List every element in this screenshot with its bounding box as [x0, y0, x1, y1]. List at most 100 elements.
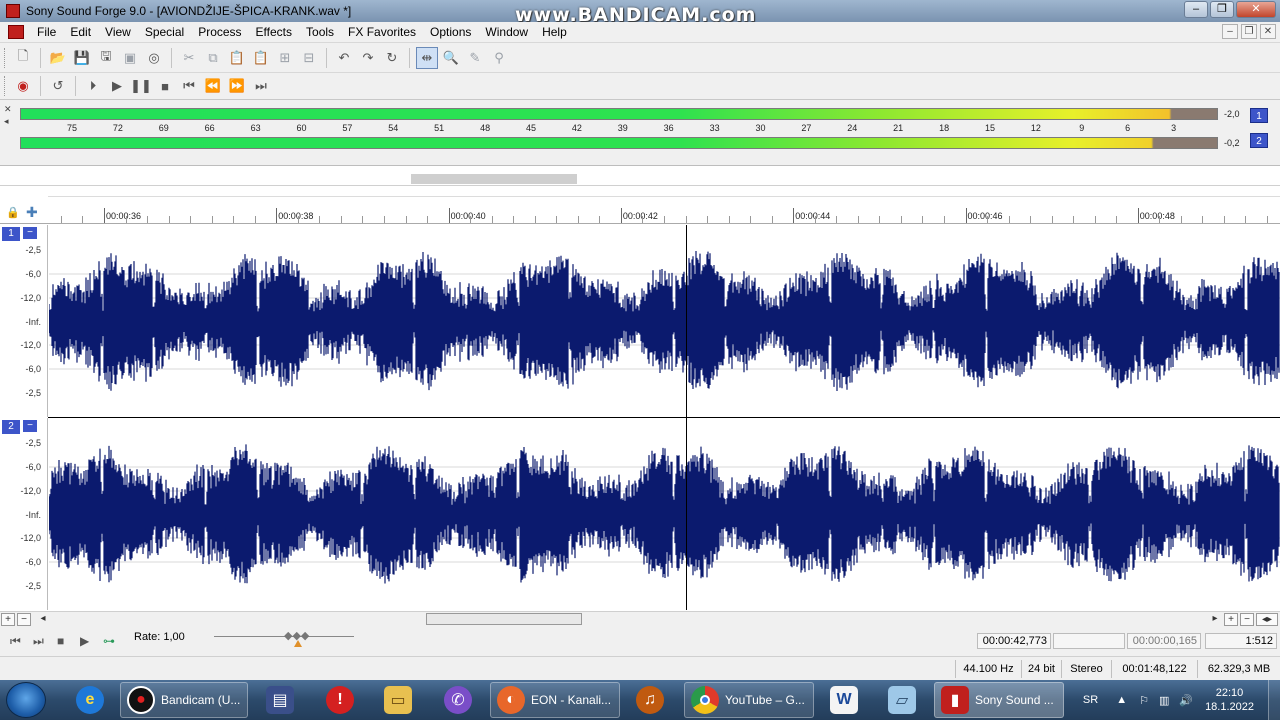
play-all-button[interactable]: ⏵	[82, 75, 104, 97]
doc-close-button[interactable]: ✕	[1260, 24, 1276, 39]
taskbar-ie[interactable]: e	[66, 682, 114, 718]
meter-channel-1-badge[interactable]: 1	[1250, 108, 1268, 123]
lock-icon[interactable]: 🔒	[6, 206, 20, 219]
doc-restore-button[interactable]: ❐	[1241, 24, 1257, 39]
horizontal-scrollbar[interactable]: + − ◂ ▸ + − ◂▸	[0, 611, 1280, 626]
minimize-button[interactable]: –	[1184, 1, 1208, 18]
selection-start-field[interactable]	[1053, 633, 1125, 649]
doc-minimize-button[interactable]: –	[1222, 24, 1238, 39]
waveform-channel-1[interactable]: 1 − -2,5 -6,0 -12,0 -Inf. -12,0 -6,0 -2,5	[0, 225, 1280, 417]
waveform-1[interactable]	[49, 225, 1280, 417]
waveform-channel-2[interactable]: 2 − -2,5 -6,0 -12,0 -Inf. -12,0 -6,0 -2,5	[0, 418, 1280, 610]
document-icon[interactable]	[8, 25, 24, 39]
paste-button[interactable]: 📋	[226, 47, 248, 69]
menu-options[interactable]: Options	[423, 25, 478, 39]
zoom-out-level-button[interactable]: −	[17, 613, 31, 626]
taskbar-viber[interactable]: ✆	[434, 682, 482, 718]
go-to-start-small-icon[interactable]: ⏮	[10, 634, 21, 649]
taskbar-floppy[interactable]: ▤	[256, 682, 304, 718]
scroll-right-button[interactable]: ▸	[1208, 613, 1222, 626]
taskbar-firefox[interactable]: ◐ EON - Kanali...	[490, 682, 620, 718]
loop-button[interactable]: ↺	[47, 75, 69, 97]
cursor-position-field[interactable]: 00:00:42,773	[977, 633, 1051, 649]
show-desktop-button[interactable]	[1268, 680, 1280, 720]
start-button[interactable]	[6, 682, 46, 718]
edit-tool-button[interactable]: ⇹	[416, 46, 438, 69]
overview-view-region[interactable]	[411, 174, 577, 184]
play-small-icon[interactable]: ▶	[80, 634, 89, 648]
menu-process[interactable]: Process	[191, 25, 248, 39]
taskbar-chrome[interactable]: YouTube – G...	[684, 682, 814, 718]
rewind-button[interactable]: ⏪	[202, 75, 224, 97]
toolbar-grip[interactable]	[4, 76, 7, 96]
tray-network-icon[interactable]: ▥	[1159, 694, 1169, 707]
meter-menu-icon[interactable]: ◂	[4, 116, 9, 127]
selection-length-field[interactable]: 00:00:00,165	[1127, 633, 1201, 649]
channel-1-minimize-button[interactable]: −	[23, 227, 37, 239]
marker-icon[interactable]: ✚	[26, 204, 38, 221]
tray-volume-icon[interactable]: 🔊	[1179, 694, 1193, 707]
repeat-button[interactable]: ↻	[381, 47, 403, 69]
taskbar-notepad[interactable]: ▱	[878, 682, 926, 718]
channel-2-button[interactable]: 2	[2, 420, 20, 434]
zoom-ratio-field[interactable]: 1:512	[1205, 633, 1277, 649]
channels-status[interactable]: Stereo	[1061, 660, 1111, 678]
menu-fx-favorites[interactable]: FX Favorites	[341, 25, 423, 39]
magnify-tool-button[interactable]: 🔍	[440, 47, 462, 69]
cut-button[interactable]: ✂	[178, 47, 200, 69]
event-tool-button[interactable]: ⚲	[488, 47, 510, 69]
menu-effects[interactable]: Effects	[249, 25, 299, 39]
toolbar-grip[interactable]	[4, 47, 7, 68]
copy-button[interactable]: ⧉	[202, 47, 224, 69]
stop-small-icon[interactable]: ■	[57, 634, 64, 648]
redo-button[interactable]: ↷	[357, 47, 379, 69]
clock[interactable]: 22:10 18.1.2022	[1205, 686, 1254, 714]
bit-depth-status[interactable]: 24 bit	[1021, 660, 1061, 678]
language-indicator[interactable]: SR	[1083, 694, 1098, 706]
pause-button[interactable]: ❚❚	[130, 75, 152, 97]
undo-button[interactable]: ↶	[333, 47, 355, 69]
go-to-start-button[interactable]: ⏮	[178, 75, 200, 97]
meter-channel-2-badge[interactable]: 2	[1250, 133, 1268, 148]
open-button[interactable]: 📂	[47, 47, 69, 69]
properties-button[interactable]: ◎	[143, 47, 165, 69]
taskbar-audio[interactable]: ♫	[626, 682, 674, 718]
stop-button[interactable]: ■	[154, 75, 176, 97]
close-button[interactable]: ✕	[1236, 1, 1276, 18]
waveform-2[interactable]	[49, 418, 1280, 610]
channel-2-minimize-button[interactable]: −	[23, 420, 37, 432]
zoom-in-time-button[interactable]: +	[1224, 613, 1238, 626]
taskbar-alert[interactable]: !	[316, 682, 364, 718]
zoom-out-time-button[interactable]: −	[1240, 613, 1254, 626]
paste-special-button[interactable]: 📋	[250, 47, 272, 69]
save-button[interactable]: 💾	[71, 47, 93, 69]
taskbar-soundforge[interactable]: ▮ Sony Sound ...	[934, 682, 1064, 718]
scroll-thumb[interactable]	[426, 613, 582, 625]
meter-close-icon[interactable]: ✕	[4, 104, 12, 115]
tray-expand-icon[interactable]: ▲	[1116, 694, 1127, 706]
maximize-button[interactable]: ❐	[1210, 1, 1234, 18]
menu-window[interactable]: Window	[478, 25, 535, 39]
mix-button[interactable]: ⊞	[274, 47, 296, 69]
crop-button[interactable]: ⊟	[298, 47, 320, 69]
play-button[interactable]: ▶	[106, 75, 128, 97]
menu-view[interactable]: View	[98, 25, 138, 39]
forward-button[interactable]: ⏩	[226, 75, 248, 97]
channel-1-button[interactable]: 1	[2, 227, 20, 241]
menu-tools[interactable]: Tools	[299, 25, 341, 39]
menu-special[interactable]: Special	[138, 25, 191, 39]
scroll-left-button[interactable]: ◂	[36, 613, 50, 626]
go-to-end-button[interactable]: ⏭	[250, 75, 272, 97]
taskbar-explorer[interactable]: ▭	[374, 682, 422, 718]
tray-action-icon[interactable]: ⚐	[1139, 694, 1149, 707]
play-normal-icon[interactable]: ⊶	[103, 634, 115, 648]
zoom-in-level-button[interactable]: +	[1, 613, 15, 626]
menu-help[interactable]: Help	[535, 25, 574, 39]
menu-edit[interactable]: Edit	[63, 25, 98, 39]
save-as-button[interactable]: 🖫	[95, 47, 117, 69]
render-button[interactable]: ▣	[119, 47, 141, 69]
overview-bar[interactable]	[0, 172, 1280, 186]
pencil-tool-button[interactable]: ✎	[464, 47, 486, 69]
app-icon[interactable]	[6, 4, 20, 18]
taskbar-bandicam[interactable]: ● Bandicam (U...	[120, 682, 248, 718]
